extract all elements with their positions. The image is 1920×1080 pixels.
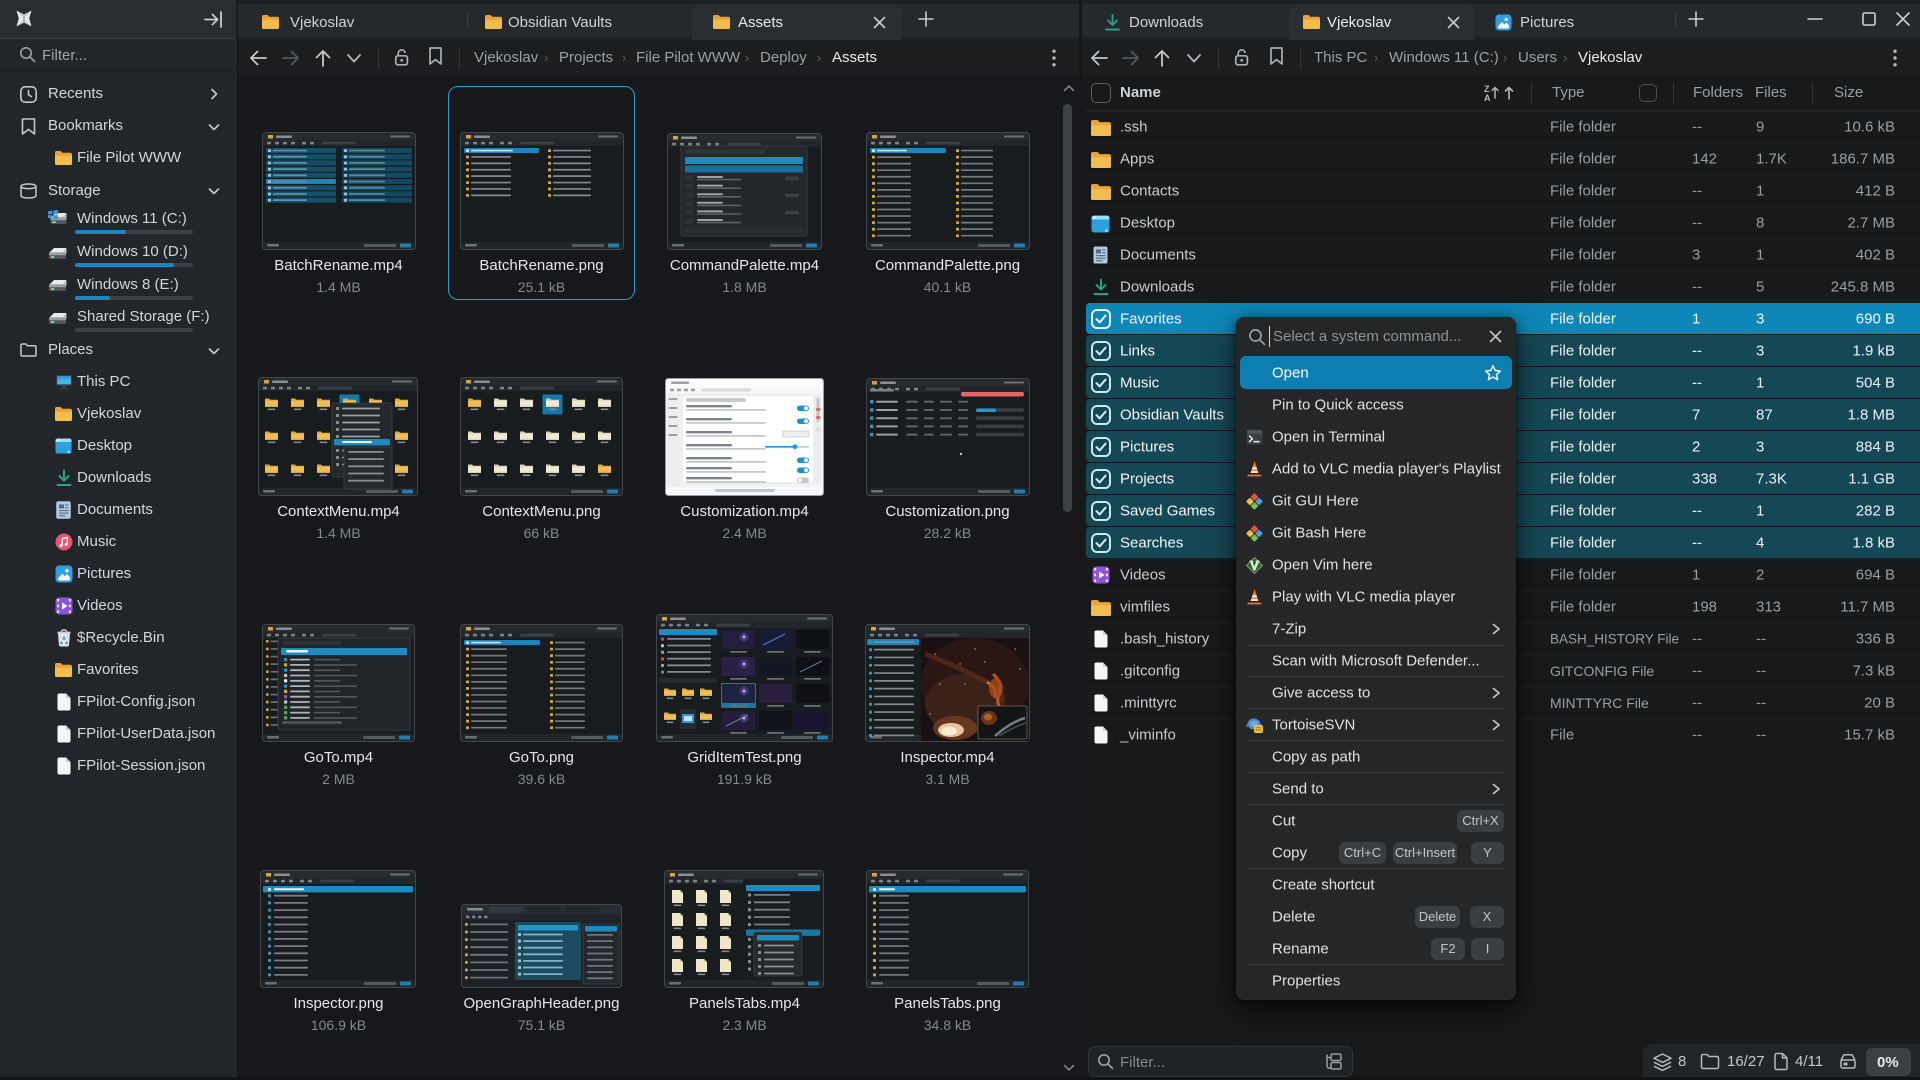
svg-text:A: A xyxy=(1484,93,1491,102)
